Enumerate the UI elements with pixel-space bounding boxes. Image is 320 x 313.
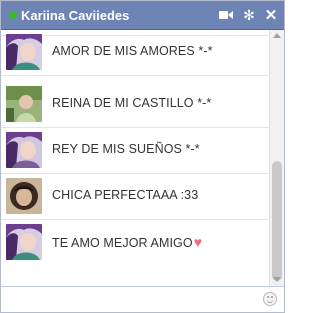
list-item: REINA DE MI CASTILLO *-*: [1, 82, 269, 128]
message-text: CHICA PERFECTAAA :33: [52, 188, 199, 202]
chat-titlebar[interactable]: Kariina Caviiedes ✻ ✕: [1, 1, 284, 30]
message-scrollbar[interactable]: [269, 30, 284, 286]
scroll-down-icon[interactable]: [273, 277, 281, 282]
scroll-thumb[interactable]: [272, 161, 282, 281]
message-text: TE AMO MEJOR AMIGO♥: [52, 234, 202, 250]
message-text-content: TE AMO MEJOR AMIGO: [52, 236, 193, 250]
gear-icon[interactable]: ✻: [241, 7, 257, 23]
chat-window: Kariina Caviiedes ✻ ✕ AMOR DE MIS AMORES…: [0, 0, 285, 313]
emoji-eye-left: [267, 296, 269, 298]
list-item: TE AMO MEJOR AMIGO♥: [1, 220, 269, 266]
list-item: REY DE MIS SUEÑOS *-*: [1, 128, 269, 174]
scroll-up-icon[interactable]: [273, 33, 281, 38]
close-icon[interactable]: ✕: [263, 7, 279, 24]
list-item: CHICA PERFECTAAA :33: [1, 174, 269, 220]
avatar[interactable]: [6, 86, 42, 122]
emoji-eye-right: [271, 296, 273, 298]
avatar[interactable]: [6, 132, 42, 168]
message-text: REY DE MIS SUEÑOS *-*: [52, 142, 200, 156]
heart-icon: ♥: [193, 234, 203, 250]
online-status-icon: [9, 11, 17, 19]
video-camera-icon[interactable]: [218, 7, 234, 23]
chat-title[interactable]: Kariina Caviiedes: [21, 8, 129, 23]
avatar[interactable]: [6, 224, 42, 260]
avatar[interactable]: [6, 178, 42, 214]
message-text: REINA DE MI CASTILLO *-*: [52, 96, 212, 110]
list-item: AMOR DE MIS AMORES *-*: [1, 30, 269, 76]
message-composer: [1, 286, 284, 312]
message-list[interactable]: AMOR DE MIS AMORES *-* REINA DE MI CASTI…: [1, 30, 269, 286]
emoji-mouth: [267, 299, 273, 303]
message-text: AMOR DE MIS AMORES *-*: [52, 44, 213, 58]
avatar[interactable]: [6, 34, 42, 70]
smiley-icon[interactable]: [263, 292, 277, 306]
message-input[interactable]: [5, 290, 259, 310]
